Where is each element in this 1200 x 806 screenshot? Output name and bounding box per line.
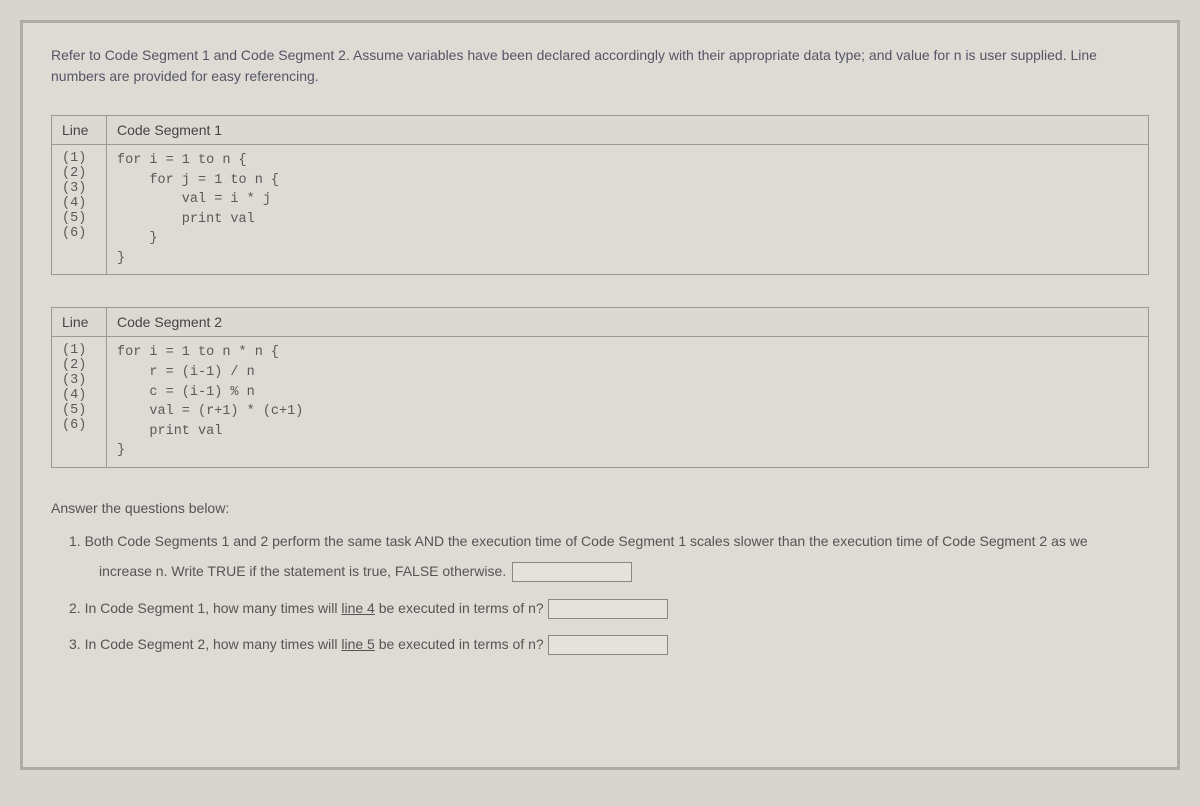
- table1-code-cell: for i = 1 to n { for j = 1 to n { val = …: [107, 145, 1149, 275]
- table2-code-cell: for i = 1 to n * n { r = (i-1) / n c = (…: [107, 337, 1149, 467]
- table1-line-numbers: (1) (2) (3) (4) (5) (6): [52, 145, 107, 275]
- question-1-answer-input[interactable]: [512, 562, 632, 582]
- code-segment-2-table: Line Code Segment 2 (1) (2) (3) (4) (5) …: [51, 307, 1149, 467]
- question-2-line-ref: line 4: [341, 600, 374, 616]
- question-1-text-part1: 1. Both Code Segments 1 and 2 perform th…: [69, 533, 1088, 549]
- question-2: 2. In Code Segment 1, how many times wil…: [51, 597, 1149, 619]
- question-3-pre: 3. In Code Segment 2, how many times wil…: [69, 636, 341, 652]
- code-segment-2-code: for i = 1 to n * n { r = (i-1) / n c = (…: [117, 343, 1138, 460]
- page-container: Refer to Code Segment 1 and Code Segment…: [20, 20, 1180, 770]
- table2-line-numbers: (1) (2) (3) (4) (5) (6): [52, 337, 107, 467]
- question-2-answer-input[interactable]: [548, 599, 668, 619]
- intro-text: Refer to Code Segment 1 and Code Segment…: [51, 45, 1149, 87]
- question-2-pre: 2. In Code Segment 1, how many times wil…: [69, 600, 341, 616]
- table2-header-code: Code Segment 2: [107, 308, 1149, 337]
- question-3-answer-input[interactable]: [548, 635, 668, 655]
- question-3: 3. In Code Segment 2, how many times wil…: [51, 633, 1149, 655]
- table1-header-code: Code Segment 1: [107, 116, 1149, 145]
- question-3-line-ref: line 5: [341, 636, 374, 652]
- code-segment-1-table: Line Code Segment 1 (1) (2) (3) (4) (5) …: [51, 115, 1149, 275]
- table1-header-line: Line: [52, 116, 107, 145]
- table2-header-line: Line: [52, 308, 107, 337]
- question-1: 1. Both Code Segments 1 and 2 perform th…: [51, 530, 1149, 583]
- question-3-post: be executed in terms of n?: [375, 636, 544, 652]
- questions-header: Answer the questions below:: [51, 500, 1149, 516]
- question-2-post: be executed in terms of n?: [375, 600, 544, 616]
- question-1-text-part2: increase n. Write TRUE if the statement …: [99, 563, 506, 579]
- code-segment-1-code: for i = 1 to n { for j = 1 to n { val = …: [117, 151, 1138, 268]
